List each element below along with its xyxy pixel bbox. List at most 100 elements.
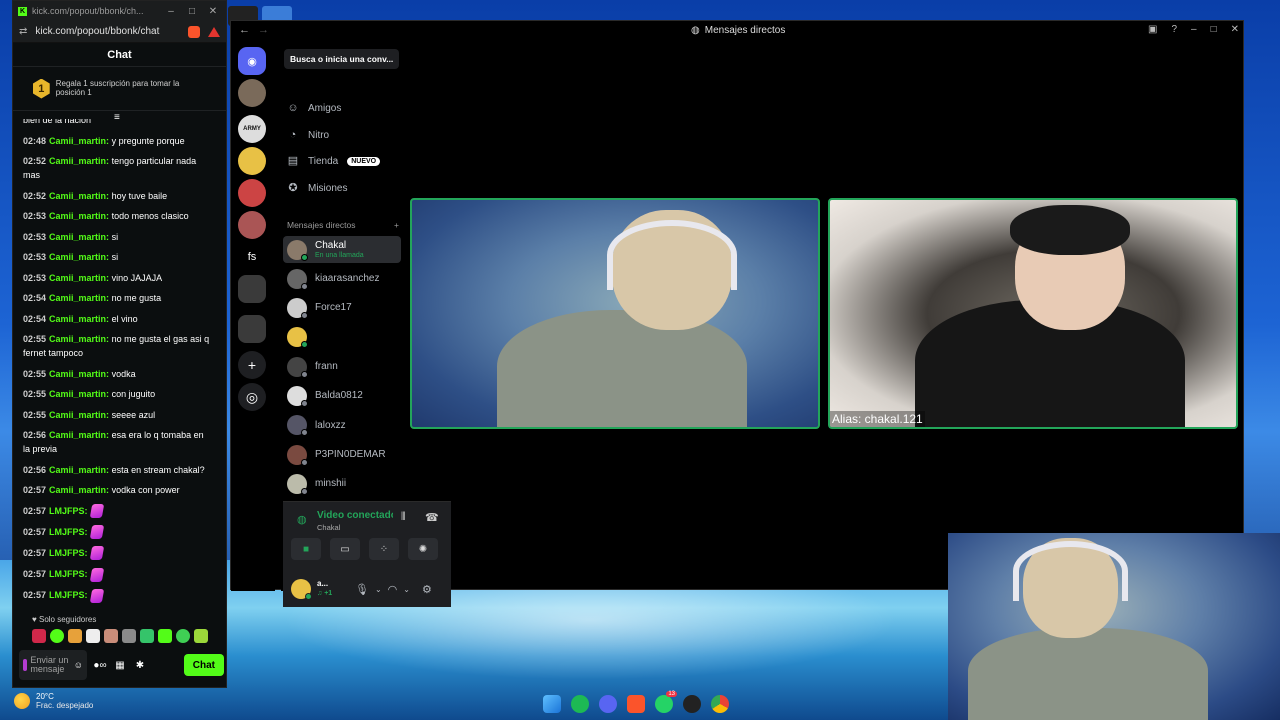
message-username[interactable]: Camii_martin:: [49, 334, 109, 344]
message-username[interactable]: Camii_martin:: [49, 211, 109, 221]
dm-item[interactable]: laloxzz: [283, 412, 401, 439]
mic-icon[interactable]: [23, 659, 28, 671]
avatar[interactable]: [291, 579, 312, 600]
dm-item[interactable]: frann: [283, 353, 401, 380]
minimize-icon[interactable]: –: [163, 6, 179, 17]
maximize-icon[interactable]: □: [1211, 24, 1217, 35]
server-fs[interactable]: fs: [238, 243, 266, 271]
dm-item[interactable]: minshii: [283, 470, 401, 497]
message-username[interactable]: LMJFPS:: [49, 506, 88, 516]
brave-rewards-icon[interactable]: [208, 26, 220, 37]
url-field[interactable]: kick.com/popout/bbonk/chat: [35, 26, 180, 37]
video-tile-self[interactable]: [410, 198, 820, 429]
server-folder[interactable]: [238, 315, 266, 343]
message-username[interactable]: Camii_martin:: [49, 314, 109, 324]
add-server-icon[interactable]: +: [238, 351, 266, 379]
message-username[interactable]: Camii_martin:: [49, 156, 109, 166]
message-username[interactable]: Camii_martin:: [49, 293, 109, 303]
kicks-icon[interactable]: ●∞: [93, 660, 107, 671]
settings-icon[interactable]: ✱: [133, 660, 147, 671]
send-chat-button[interactable]: Chat: [183, 654, 224, 676]
nav-nitro[interactable]: ◔ Nitro: [287, 129, 329, 141]
dm-item[interactable]: Chakal En una llamada: [283, 236, 401, 263]
emoji-icon[interactable]: ☺: [74, 660, 83, 670]
whatsapp-icon[interactable]: 13: [655, 691, 677, 713]
message-username[interactable]: Camii_martin:: [49, 410, 109, 420]
headphones-icon[interactable]: ◠: [388, 583, 398, 596]
close-icon[interactable]: ✕: [205, 6, 221, 17]
disconnect-icon[interactable]: ☎: [425, 511, 439, 524]
message-username[interactable]: LMJFPS:: [49, 590, 88, 600]
nav-quests[interactable]: ✪ Misiones: [287, 182, 347, 194]
camera-button[interactable]: ■: [291, 538, 321, 560]
activities-button[interactable]: ⁘: [369, 538, 399, 560]
chat-input[interactable]: Enviar un mensaje ☺: [19, 650, 87, 680]
emote-icon[interactable]: [158, 629, 172, 643]
site-settings-icon[interactable]: ⇄: [19, 26, 27, 37]
emote-icon[interactable]: [104, 629, 118, 643]
soundboard-button[interactable]: ✺: [408, 538, 438, 560]
dm-item[interactable]: [283, 324, 401, 351]
message-username[interactable]: Camii_martin:: [49, 232, 109, 242]
emote-icon[interactable]: [68, 629, 82, 643]
gift-sub-promo[interactable]: 1 Regala 1 suscripción para tomar la pos…: [13, 67, 226, 111]
emote-icon[interactable]: [50, 629, 64, 643]
create-dm-icon[interactable]: +: [394, 220, 399, 230]
inbox-icon[interactable]: ▣: [1148, 24, 1157, 35]
video-tile-chakal[interactable]: Alias: chakal.121: [828, 198, 1238, 429]
close-icon[interactable]: ✕: [1231, 24, 1239, 35]
dm-item[interactable]: Force17: [283, 295, 401, 322]
chevron-down-icon[interactable]: ⌄: [375, 585, 382, 594]
message-username[interactable]: Camii_martin:: [49, 430, 109, 440]
discord-home-icon[interactable]: ◉: [238, 47, 266, 75]
server-folder[interactable]: [238, 275, 266, 303]
message-username[interactable]: Camii_martin:: [49, 191, 109, 201]
voice-channel[interactable]: Chakal: [317, 523, 340, 532]
explore-icon[interactable]: ◎: [238, 383, 266, 411]
emote-icon[interactable]: [86, 629, 100, 643]
dm-item[interactable]: Balda0812: [283, 383, 401, 410]
help-icon[interactable]: ?: [1171, 24, 1177, 35]
forward-arrow-icon[interactable]: →: [258, 24, 269, 36]
noise-suppression-icon[interactable]: ⫴: [401, 511, 406, 524]
chrome-icon[interactable]: [711, 695, 729, 713]
server-avatar[interactable]: [238, 147, 266, 175]
message-username[interactable]: LMJFPS:: [49, 548, 88, 558]
message-username[interactable]: Camii_martin:: [49, 273, 109, 283]
user-settings-icon[interactable]: ⚙: [422, 583, 432, 596]
message-username[interactable]: Camii_martin:: [49, 389, 109, 399]
server-avatar[interactable]: [238, 79, 266, 107]
emote-icon[interactable]: [140, 629, 154, 643]
emote-icon[interactable]: [32, 629, 46, 643]
search-input[interactable]: Busca o inicia una conv...: [284, 49, 399, 69]
message-username[interactable]: Camii_martin:: [49, 369, 109, 379]
obs-icon[interactable]: [683, 695, 701, 713]
gift-icon[interactable]: ▦: [113, 660, 127, 671]
server-army[interactable]: ARMY: [238, 115, 266, 143]
message-username[interactable]: LMJFPS:: [49, 527, 88, 537]
message-username[interactable]: Camii_martin:: [49, 252, 109, 262]
weather-widget[interactable]: 20°C Frac. despejado: [14, 692, 93, 710]
message-username[interactable]: Camii_martin:: [49, 485, 109, 495]
message-username[interactable]: Camii_martin:: [49, 136, 109, 146]
maximize-icon[interactable]: □: [184, 6, 200, 17]
server-avatar[interactable]: [238, 179, 266, 207]
mic-icon[interactable]: 🎙︎: [355, 583, 369, 596]
discord-icon[interactable]: [599, 695, 617, 713]
dm-item[interactable]: kiaarasanchez: [283, 265, 401, 292]
chevron-down-icon[interactable]: ⌄: [403, 585, 410, 594]
back-arrow-icon[interactable]: ←: [239, 24, 250, 36]
brave-icon[interactable]: [627, 695, 645, 713]
emote-icon[interactable]: [194, 629, 208, 643]
dm-item[interactable]: P3PIN0DEMAR: [283, 441, 401, 468]
message-username[interactable]: LMJFPS:: [49, 569, 88, 579]
message-username[interactable]: Camii_martin:: [49, 465, 109, 475]
spotify-icon[interactable]: [571, 695, 589, 713]
nav-shop[interactable]: ▤ Tienda NUEVO: [287, 155, 381, 167]
brave-shield-icon[interactable]: [188, 25, 200, 38]
nav-friends[interactable]: ☺ Amigos: [287, 102, 341, 114]
screen-share-button[interactable]: ▭: [330, 538, 360, 560]
windows-start-icon[interactable]: [543, 695, 561, 713]
server-avatar[interactable]: [238, 211, 266, 239]
emote-icon[interactable]: [176, 629, 190, 643]
